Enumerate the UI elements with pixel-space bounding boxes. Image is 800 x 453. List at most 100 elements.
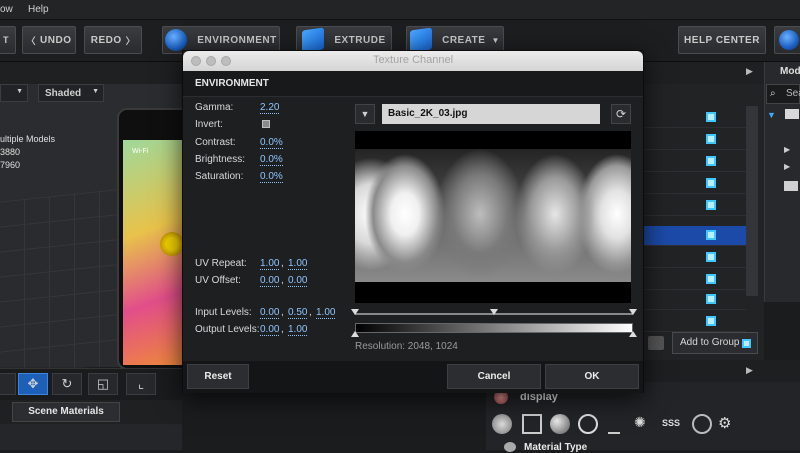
- extrude-icon: [302, 27, 325, 53]
- metal-icon[interactable]: [578, 414, 598, 434]
- settings-globe-button[interactable]: [774, 26, 800, 54]
- input-levels-mid-value[interactable]: 0.50: [288, 307, 308, 319]
- output-low-handle[interactable]: [351, 331, 359, 337]
- image-icon[interactable]: [522, 414, 542, 434]
- input-levels-low-value[interactable]: 0.00: [260, 307, 280, 319]
- uv-repeat-u-value[interactable]: 1.00: [260, 258, 280, 270]
- input-mid-handle[interactable]: [490, 309, 498, 315]
- ok-button[interactable]: OK: [545, 364, 639, 389]
- models-panel-title: Mod: [780, 66, 800, 77]
- output-levels-gradient[interactable]: [355, 323, 633, 333]
- list-row-selected[interactable]: [644, 226, 746, 246]
- rotate-tool-icon[interactable]: ↻: [52, 373, 82, 395]
- visibility-checkbox[interactable]: [706, 316, 716, 326]
- move-tool-icon[interactable]: ✥: [18, 373, 48, 395]
- visibility-checkbox[interactable]: [706, 112, 716, 122]
- invert-checkbox[interactable]: [262, 120, 270, 128]
- contrast-label: Contrast:: [195, 137, 236, 148]
- tree-collapse-icon[interactable]: ▶: [784, 162, 790, 171]
- redo-button[interactable]: REDO 〉: [84, 26, 142, 54]
- globe-icon: [165, 29, 188, 51]
- tree-scrollbar[interactable]: [746, 106, 758, 296]
- undo-arrow-icon: 〈: [26, 35, 37, 46]
- gear-icon[interactable]: ⚙: [718, 414, 738, 434]
- folder-icon: [784, 181, 798, 191]
- folder-icon: [785, 109, 799, 119]
- list-row[interactable]: [644, 312, 746, 332]
- refresh-icon[interactable]: ⟳: [611, 104, 631, 124]
- list-row[interactable]: [644, 174, 746, 194]
- list-row[interactable]: [644, 152, 746, 172]
- hdr-preview-image: [355, 131, 631, 303]
- group-checkbox[interactable]: [742, 339, 751, 348]
- contrast-value[interactable]: 0.0%: [260, 137, 283, 149]
- redo-arrow-icon: 〉: [125, 35, 136, 46]
- tree-collapse-icon[interactable]: ▶: [784, 145, 790, 154]
- brightness-value[interactable]: 0.0%: [260, 154, 283, 166]
- menu-item-window[interactable]: ow: [0, 4, 13, 15]
- list-row[interactable]: [644, 270, 746, 290]
- texture-filename-field[interactable]: Basic_2K_03.jpg: [382, 104, 600, 124]
- sphere-icon[interactable]: [550, 414, 570, 434]
- texture-dropdown[interactable]: ▼: [355, 104, 375, 124]
- scene-info-count-1: 3880: [0, 147, 21, 157]
- list-row[interactable]: [644, 248, 746, 268]
- separator: ,: [281, 307, 284, 318]
- arrow-right-icon[interactable]: ▶: [746, 66, 753, 77]
- shading-dropdown[interactable]: Shaded ▼: [38, 84, 104, 102]
- uv-offset-v-value[interactable]: 0.00: [288, 275, 308, 287]
- chevron-down-icon: ▼: [92, 88, 99, 95]
- pattern-icon[interactable]: [692, 414, 712, 434]
- scale-tool-icon[interactable]: ◱: [88, 373, 118, 395]
- input-high-handle[interactable]: [629, 309, 637, 315]
- dialog-title: Texture Channel: [372, 54, 454, 66]
- saturation-value[interactable]: 0.0%: [260, 171, 283, 183]
- output-high-handle[interactable]: [629, 331, 637, 337]
- view-dropdown[interactable]: ▼: [0, 84, 28, 102]
- resolution-text: Resolution: 2048, 1024: [355, 341, 458, 352]
- visibility-checkbox[interactable]: [706, 252, 716, 262]
- input-levels-high-value[interactable]: 1.00: [316, 307, 336, 319]
- reset-button[interactable]: Reset: [187, 364, 249, 389]
- glass-icon[interactable]: [608, 414, 620, 434]
- output-levels-high-value[interactable]: 1.00: [288, 324, 308, 336]
- camera-icon[interactable]: [648, 336, 664, 350]
- viewport-header: [0, 62, 182, 84]
- visibility-checkbox[interactable]: [706, 274, 716, 284]
- tool-left[interactable]: [0, 373, 16, 395]
- cancel-button[interactable]: Cancel: [447, 364, 541, 389]
- uv-repeat-v-value[interactable]: 1.00: [288, 258, 308, 270]
- light-icon[interactable]: ✺: [634, 414, 654, 434]
- help-center-button[interactable]: HELP CENTER: [678, 26, 766, 54]
- menu-item-help[interactable]: Help: [28, 4, 49, 15]
- texture-channel-dialog: Texture Channel ENVIRONMENT Gamma: 2.20 …: [182, 50, 644, 393]
- material-type-label: Material Type: [524, 442, 588, 453]
- cube-icon: [410, 27, 433, 53]
- search-placeholder: Sea: [786, 88, 800, 99]
- visibility-checkbox[interactable]: [706, 156, 716, 166]
- arrow-right-icon[interactable]: ▶: [746, 365, 753, 376]
- list-row[interactable]: [644, 290, 746, 310]
- separator: ,: [309, 307, 312, 318]
- visibility-checkbox[interactable]: [706, 134, 716, 144]
- scene-info-count-2: 7960: [0, 160, 21, 170]
- output-levels-label: Output Levels:: [195, 324, 260, 335]
- axis-tool-icon[interactable]: ⌞: [126, 373, 156, 395]
- visibility-checkbox[interactable]: [706, 230, 716, 240]
- toolbar-left-button[interactable]: T: [0, 26, 16, 54]
- dialog-titlebar[interactable]: Texture Channel: [183, 51, 643, 71]
- add-to-group-button[interactable]: Add to Group: [672, 332, 758, 354]
- list-row[interactable]: [644, 130, 746, 150]
- output-levels-low-value[interactable]: 0.00: [260, 324, 280, 336]
- undo-button[interactable]: 〈 UNDO: [22, 26, 76, 54]
- list-row[interactable]: [644, 108, 746, 128]
- uv-offset-u-value[interactable]: 0.00: [260, 275, 280, 287]
- visibility-checkbox[interactable]: [706, 294, 716, 304]
- tab-scene-materials[interactable]: Scene Materials: [12, 402, 120, 422]
- tree-expand-icon[interactable]: ▼: [767, 110, 776, 120]
- sss-icon[interactable]: SSS: [662, 418, 682, 438]
- gamma-value[interactable]: 2.20: [260, 102, 280, 114]
- toggle-icon[interactable]: [492, 414, 512, 434]
- input-low-handle[interactable]: [351, 309, 359, 315]
- visibility-checkbox[interactable]: [706, 178, 716, 188]
